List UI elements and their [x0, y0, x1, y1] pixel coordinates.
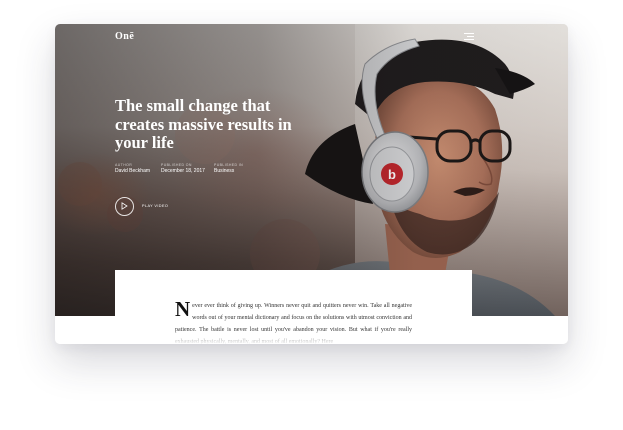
play-icon[interactable] — [115, 196, 134, 216]
drop-cap: N — [175, 297, 191, 321]
hamburger-icon[interactable] — [464, 33, 474, 41]
meta-published-in-value[interactable]: Business — [214, 168, 243, 175]
play-video-label[interactable]: Play video — [142, 204, 168, 208]
article-title: The small change that creates massive re… — [115, 96, 292, 152]
play-video-button[interactable]: Play video — [115, 196, 168, 216]
meta-published-on-value: December 18, 2017 — [161, 168, 205, 174]
meta-author: Author David Beckham — [115, 163, 150, 175]
website-preview: b Onē The small change that creates mass… — [55, 24, 568, 344]
page: b Onē The small change that creates mass… — [0, 0, 623, 430]
bottom-fade — [55, 330, 568, 344]
meta-author-value[interactable]: David Beckham — [115, 168, 150, 175]
meta-published-on: Published on December 18, 2017 — [161, 163, 205, 175]
site-logo[interactable]: Onē — [115, 31, 134, 42]
meta-published-in: Published in Business — [214, 163, 243, 175]
